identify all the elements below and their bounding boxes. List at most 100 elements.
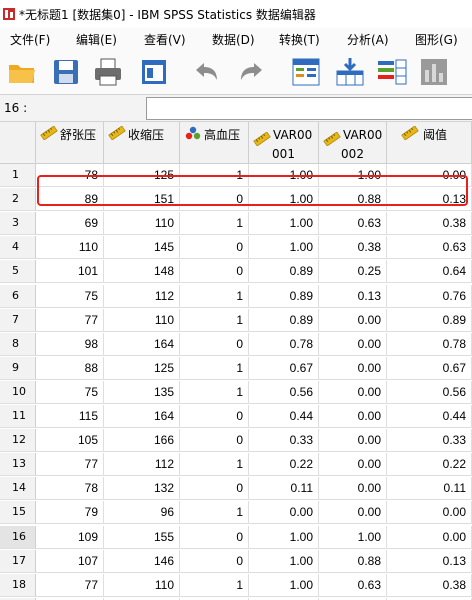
row-number[interactable]: 11: [0, 405, 36, 428]
cell-var00002[interactable]: 0.88: [319, 549, 387, 573]
cell-threshold[interactable]: 0.11: [387, 477, 472, 501]
table-row[interactable]: 6 75 112 1 0.89 0.13 0.76: [0, 284, 472, 308]
row-number[interactable]: 3: [0, 212, 36, 236]
column-header-hypertension[interactable]: 高血压: [180, 122, 249, 164]
cell-var00002[interactable]: 1.00: [319, 525, 387, 549]
cell-threshold[interactable]: 0.38: [387, 573, 472, 597]
cell-threshold[interactable]: 0.22: [387, 453, 472, 477]
cell-systolic[interactable]: 125: [104, 164, 180, 187]
goto-variable-icon[interactable]: [334, 56, 366, 88]
cell-var00002[interactable]: 0.25: [319, 260, 387, 284]
cell-var00001[interactable]: 1.00: [249, 236, 319, 260]
table-row[interactable]: 10 75 135 1 0.56 0.00 0.56: [0, 380, 472, 404]
cell-var00002[interactable]: 0.13: [319, 284, 387, 308]
cell-diastolic[interactable]: 77: [36, 573, 104, 597]
cell-diastolic[interactable]: 88: [36, 356, 104, 380]
cell-var00001[interactable]: 0.33: [249, 429, 319, 453]
cell-diastolic[interactable]: 79: [36, 501, 104, 525]
cell-systolic[interactable]: 132: [104, 477, 180, 501]
run-descriptives-icon[interactable]: [418, 56, 450, 88]
row-number[interactable]: 17: [0, 549, 36, 573]
cell-value-editor[interactable]: [146, 97, 472, 120]
table-row[interactable]: 16 109 155 0 1.00 1.00 0.00: [0, 525, 472, 549]
cell-diastolic[interactable]: 98: [36, 332, 104, 356]
cell-var00002[interactable]: 0.00: [319, 429, 387, 453]
cell-diastolic[interactable]: 105: [36, 429, 104, 453]
cell-var00002[interactable]: 1.00: [319, 164, 387, 187]
cell-threshold[interactable]: 0.89: [387, 308, 472, 332]
row-number[interactable]: 10: [0, 380, 36, 404]
cell-var00002[interactable]: 0.00: [319, 501, 387, 525]
column-header-diastolic[interactable]: 舒张压: [36, 122, 104, 164]
cell-var00001[interactable]: 1.00: [249, 573, 319, 597]
cell-hypertension[interactable]: 1: [180, 356, 249, 380]
cell-threshold[interactable]: 0.13: [387, 549, 472, 573]
cell-hypertension[interactable]: 0: [180, 260, 249, 284]
cell-var00001[interactable]: 0.89: [249, 308, 319, 332]
cell-diastolic[interactable]: 78: [36, 477, 104, 501]
cell-systolic[interactable]: 110: [104, 573, 180, 597]
cell-threshold[interactable]: 0.76: [387, 284, 472, 308]
cell-diastolic[interactable]: 109: [36, 525, 104, 549]
row-number[interactable]: 4: [0, 236, 36, 260]
cell-systolic[interactable]: 110: [104, 308, 180, 332]
cell-var00001[interactable]: 0.22: [249, 453, 319, 477]
cell-var00002[interactable]: 0.88: [319, 188, 387, 212]
cell-var00001[interactable]: 1.00: [249, 549, 319, 573]
cell-systolic[interactable]: 110: [104, 212, 180, 236]
cell-var00001[interactable]: 1.00: [249, 212, 319, 236]
cell-threshold[interactable]: 0.00: [387, 525, 472, 549]
cell-var00002[interactable]: 0.38: [319, 236, 387, 260]
cell-diastolic[interactable]: 75: [36, 284, 104, 308]
cell-threshold[interactable]: 0.38: [387, 212, 472, 236]
table-row[interactable]: 18 77 110 1 1.00 0.63 0.38: [0, 573, 472, 597]
cell-hypertension[interactable]: 1: [180, 501, 249, 525]
cell-var00001[interactable]: 0.56: [249, 380, 319, 404]
cell-var00001[interactable]: 0.11: [249, 477, 319, 501]
cell-var00001[interactable]: 1.00: [249, 188, 319, 212]
cell-hypertension[interactable]: 0: [180, 477, 249, 501]
table-row[interactable]: 5 101 148 0 0.89 0.25 0.64: [0, 260, 472, 284]
cell-var00001[interactable]: 0.89: [249, 260, 319, 284]
cell-var00002[interactable]: 0.00: [319, 332, 387, 356]
table-row[interactable]: 2 89 151 0 1.00 0.88 0.13: [0, 188, 472, 212]
cell-hypertension[interactable]: 1: [180, 380, 249, 404]
table-row[interactable]: 14 78 132 0 0.11 0.00 0.11: [0, 477, 472, 501]
cell-systolic[interactable]: 135: [104, 380, 180, 404]
row-number[interactable]: 8: [0, 332, 36, 356]
cell-systolic[interactable]: 96: [104, 501, 180, 525]
cell-systolic[interactable]: 146: [104, 549, 180, 573]
cell-diastolic[interactable]: 75: [36, 380, 104, 404]
menu-data[interactable]: 数据(D): [210, 31, 257, 48]
cell-systolic[interactable]: 164: [104, 332, 180, 356]
cell-threshold[interactable]: 0.33: [387, 429, 472, 453]
row-number[interactable]: 15: [0, 501, 36, 525]
open-folder-icon[interactable]: [6, 56, 38, 88]
row-number[interactable]: 2: [0, 188, 36, 212]
cell-var00002[interactable]: 0.00: [319, 405, 387, 428]
table-row[interactable]: 12 105 166 0 0.33 0.00 0.33: [0, 429, 472, 453]
table-row[interactable]: 8 98 164 0 0.78 0.00 0.78: [0, 332, 472, 356]
grid-corner[interactable]: [0, 122, 36, 164]
cell-hypertension[interactable]: 0: [180, 429, 249, 453]
cell-diastolic[interactable]: 107: [36, 549, 104, 573]
cell-var00001[interactable]: 0.67: [249, 356, 319, 380]
cell-var00002[interactable]: 0.00: [319, 308, 387, 332]
row-number[interactable]: 9: [0, 356, 36, 380]
cell-threshold[interactable]: 0.78: [387, 332, 472, 356]
table-row[interactable]: 13 77 112 1 0.22 0.00 0.22: [0, 453, 472, 477]
table-row[interactable]: 15 79 96 1 0.00 0.00 0.00: [0, 501, 472, 525]
cell-hypertension[interactable]: 1: [180, 308, 249, 332]
menu-graphs[interactable]: 图形(G): [413, 31, 460, 48]
variables-icon[interactable]: [376, 56, 408, 88]
column-header-threshold[interactable]: 阈值: [387, 122, 472, 164]
cell-systolic[interactable]: 155: [104, 525, 180, 549]
save-icon[interactable]: [50, 56, 82, 88]
cell-hypertension[interactable]: 0: [180, 236, 249, 260]
cell-hypertension[interactable]: 1: [180, 212, 249, 236]
row-number[interactable]: 1: [0, 164, 36, 187]
cell-var00001[interactable]: 0.44: [249, 405, 319, 428]
print-icon[interactable]: [92, 56, 124, 88]
cell-threshold[interactable]: 0.13: [387, 188, 472, 212]
cell-var00002[interactable]: 0.00: [319, 380, 387, 404]
